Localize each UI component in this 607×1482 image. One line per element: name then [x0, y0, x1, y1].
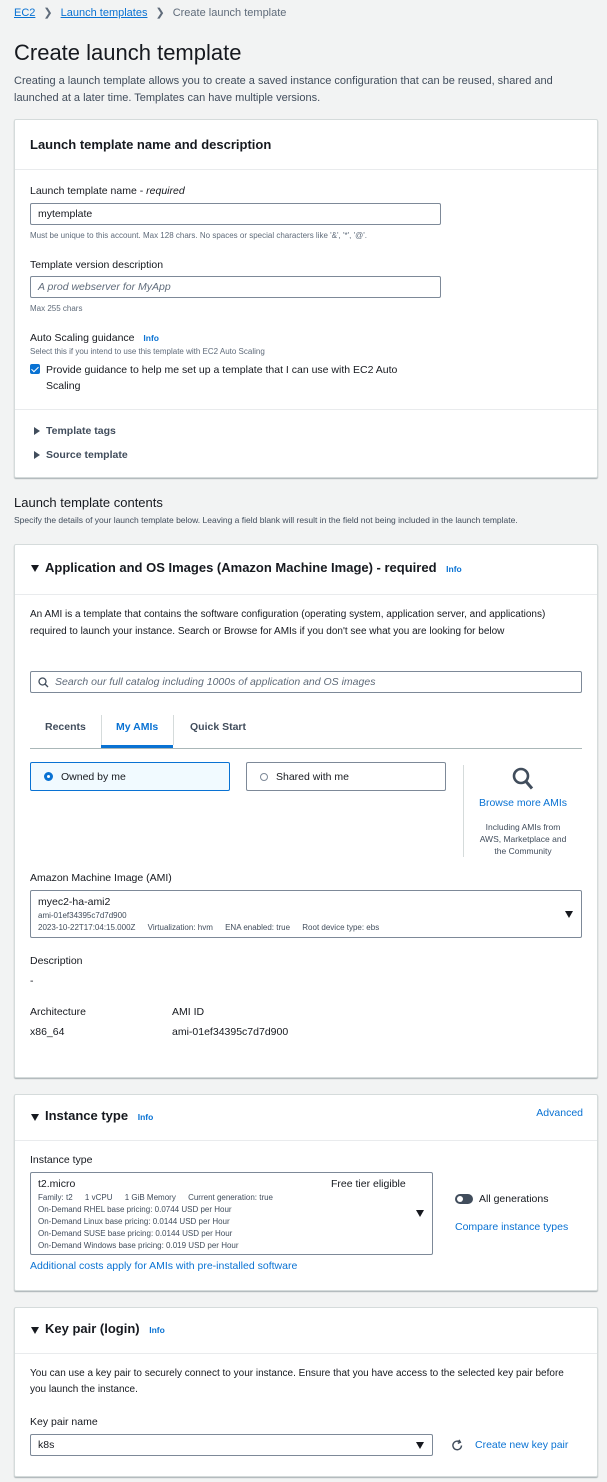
browse-more-amis-link[interactable]: Browse more AMIs — [477, 797, 569, 809]
toggle-icon[interactable] — [455, 1194, 473, 1204]
info-link[interactable]: Info — [446, 564, 462, 574]
source-template-expander[interactable]: Source template — [34, 449, 128, 461]
auto-scaling-label: Auto Scaling guidance Info — [30, 332, 159, 344]
suse-pricing: On-Demand SUSE base pricing: 0.0144 USD … — [38, 1229, 233, 1238]
info-link[interactable]: Info — [138, 1112, 154, 1122]
template-tags-expander[interactable]: Template tags — [34, 425, 116, 437]
name-description-panel: Launch template name and description Lau… — [14, 119, 598, 478]
windows-pricing: On-Demand Windows base pricing: 0.019 US… — [38, 1241, 239, 1250]
create-new-key-pair-link[interactable]: Create new key pair — [475, 1439, 568, 1451]
key-pair-description: You can use a key pair to securely conne… — [30, 1368, 564, 1395]
refresh-icon[interactable] — [451, 1439, 464, 1452]
caret-down-icon — [31, 565, 39, 572]
key-pair-name-label: Key pair name — [30, 1416, 98, 1428]
version-description-hint: Max 255 chars — [30, 304, 83, 313]
breadcrumb: EC2 ❯ Launch templates ❯ Create launch t… — [14, 6, 287, 20]
ami-description: An AMI is a template that contains the s… — [30, 609, 546, 637]
ami-id-line: ami-01ef34395c7d7d900 — [38, 911, 127, 920]
contents-subtitle: Specify the details of your launch templ… — [14, 515, 518, 525]
ami-search-input[interactable]: Search our full catalog including 1000s … — [30, 671, 582, 693]
info-link[interactable]: Info — [143, 333, 159, 343]
architecture-label: Architecture — [30, 1006, 87, 1018]
info-link[interactable]: Info — [149, 1325, 165, 1335]
ami-select-label: Amazon Machine Image (AMI) — [30, 872, 172, 884]
keypair-panel-collapse-caret[interactable] — [31, 1325, 39, 1337]
chevron-right-icon: ❯ — [155, 7, 165, 19]
template-name-hint: Must be unique to this account. Max 128 … — [30, 231, 367, 240]
dropdown-arrow-icon — [416, 1442, 424, 1449]
contents-title: Launch template contents — [14, 495, 163, 510]
instance-panel-collapse-caret[interactable] — [31, 1112, 39, 1124]
instance-type-panel: Instance type Info Advanced Instance typ… — [14, 1094, 598, 1291]
caret-right-icon — [34, 451, 40, 459]
panel-title: Launch template name and description — [30, 137, 272, 152]
breadcrumb-ec2-link[interactable]: EC2 — [14, 7, 35, 19]
instance-type-label: Instance type — [30, 1154, 93, 1166]
radio-unselected[interactable] — [260, 772, 268, 781]
template-name-label: Launch template name - required — [30, 185, 185, 197]
auto-scaling-hint: Select this if you intend to use this te… — [30, 347, 265, 356]
breadcrumb-current: Create launch template — [172, 6, 287, 19]
caret-down-icon — [31, 1327, 39, 1334]
page-subtitle: Creating a launch template allows you to… — [14, 75, 553, 104]
search-icon — [38, 677, 49, 688]
all-generations-toggle[interactable]: All generations — [455, 1193, 548, 1205]
tab-recents[interactable]: Recents — [45, 721, 86, 733]
key-pair-select[interactable]: k8s — [30, 1434, 433, 1456]
free-tier-badge: Free tier eligible — [331, 1178, 406, 1190]
ami-panel: Application and OS Images (Amazon Machin… — [14, 544, 598, 1078]
breadcrumb-launch-templates-link[interactable]: Launch templates — [61, 7, 148, 19]
page-title: Create launch template — [14, 40, 242, 65]
template-name-input[interactable]: mytemplate — [30, 203, 441, 225]
instance-specs: Family: t2 1 vCPU 1 GiB Memory Current g… — [38, 1193, 273, 1202]
tab-quick-start[interactable]: Quick Start — [190, 721, 246, 733]
radio-selected[interactable] — [44, 772, 53, 781]
instance-type-name: t2.micro — [38, 1178, 76, 1190]
ami-description-value: - — [30, 975, 34, 987]
version-description-input[interactable]: A prod webserver for MyApp — [30, 276, 441, 298]
ami-id-label: AMI ID — [172, 1006, 205, 1018]
advanced-link[interactable]: Advanced — [536, 1107, 583, 1119]
rhel-pricing: On-Demand RHEL base pricing: 0.0744 USD … — [38, 1205, 232, 1214]
compare-instance-types-link[interactable]: Compare instance types — [455, 1221, 568, 1233]
active-tab-indicator — [101, 745, 173, 748]
dropdown-arrow-icon — [565, 911, 573, 918]
chevron-right-icon: ❯ — [43, 7, 53, 19]
dropdown-arrow-icon — [416, 1210, 424, 1217]
ami-meta: 2023-10-22T17:04:15.000Z Virtualization:… — [38, 923, 380, 932]
magnifier-icon[interactable] — [512, 767, 534, 791]
ami-name: myec2-ha-ami2 — [38, 896, 111, 908]
ami-panel-collapse-caret[interactable] — [31, 563, 39, 575]
owned-by-me-option[interactable]: Owned by me — [30, 762, 230, 791]
ami-id-value: ami-01ef34395c7d7d900 — [172, 1026, 289, 1038]
auto-scaling-checkbox[interactable] — [30, 364, 40, 374]
browse-hint: Including AMIs from AWS, Marketplace and… — [479, 822, 567, 856]
shared-with-me-option[interactable]: Shared with me — [246, 762, 446, 791]
key-pair-value: k8s — [38, 1439, 55, 1451]
caret-down-icon — [31, 1114, 39, 1121]
panel-title: Key pair (login) Info — [45, 1321, 165, 1336]
instance-type-select[interactable]: t2.micro Free tier eligible Family: t2 1… — [30, 1172, 433, 1255]
panel-title: Application and OS Images (Amazon Machin… — [45, 560, 462, 575]
linux-pricing: On-Demand Linux base pricing: 0.0144 USD… — [38, 1217, 230, 1226]
version-description-label: Template version description — [30, 259, 164, 271]
caret-right-icon — [34, 427, 40, 435]
ami-select[interactable]: myec2-ha-ami2 ami-01ef34395c7d7d900 2023… — [30, 890, 582, 938]
panel-title: Instance type Info — [45, 1108, 154, 1123]
auto-scaling-checkbox-label[interactable]: Provide guidance to help me set up a tem… — [46, 362, 416, 394]
architecture-value: x86_64 — [30, 1026, 65, 1038]
ami-description-label: Description — [30, 955, 83, 967]
tab-my-amis[interactable]: My AMIs — [116, 721, 158, 733]
key-pair-panel: Key pair (login) Info You can use a key … — [14, 1307, 598, 1477]
additional-costs-link[interactable]: Additional costs apply for AMIs with pre… — [30, 1260, 297, 1272]
